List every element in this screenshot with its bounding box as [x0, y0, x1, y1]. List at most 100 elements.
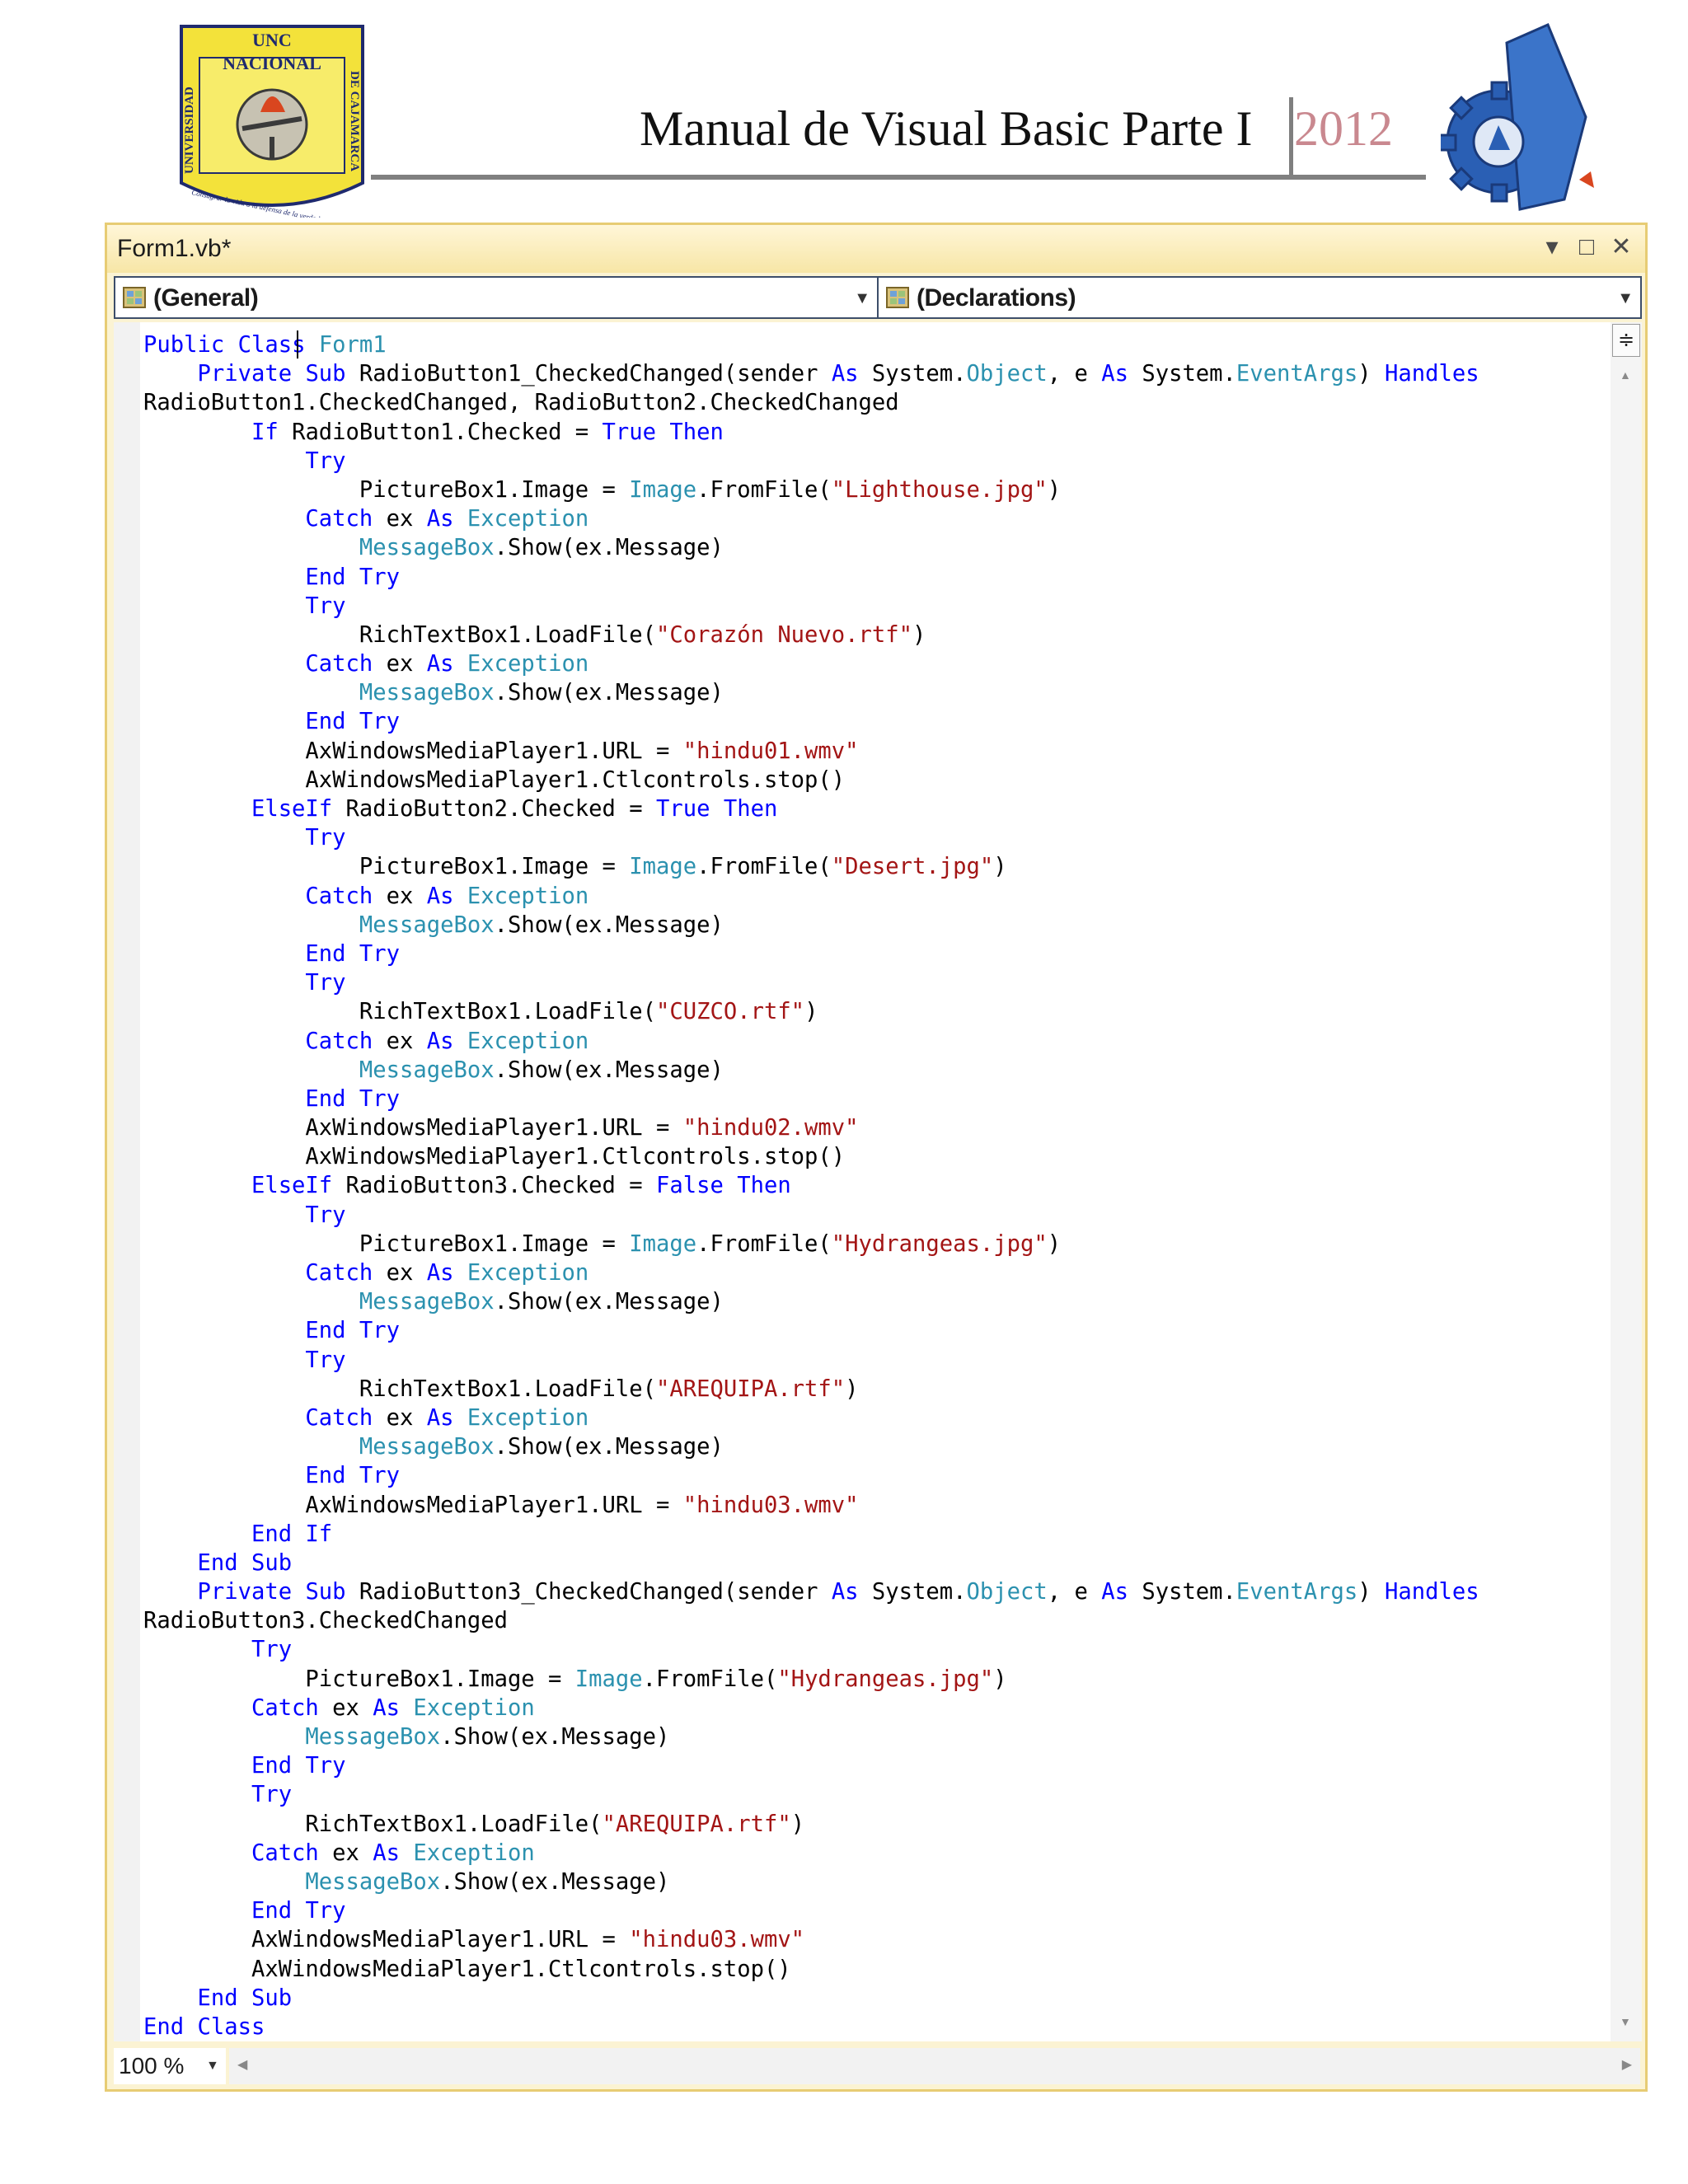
code-line[interactable]: RichTextBox1.LoadFile("CUZCO.rtf"): [143, 997, 1611, 1026]
code-line[interactable]: End Try: [143, 1461, 1611, 1490]
code-line[interactable]: Try: [143, 447, 1611, 476]
code-line[interactable]: End Try: [143, 707, 1611, 736]
code-line[interactable]: End Try: [143, 563, 1611, 592]
class-name-dropdown[interactable]: (General) ▼: [115, 278, 879, 317]
code-line[interactable]: Catch ex As Exception: [143, 1404, 1611, 1432]
code-line[interactable]: AxWindowsMediaPlayer1.Ctlcontrols.stop(): [143, 1955, 1611, 1984]
university-logo: UNC NACIONAL UNIVERSIDAD DE CAJAMARCA Co…: [180, 25, 364, 218]
code-token: ex: [373, 1260, 427, 1286]
code-line[interactable]: MessageBox.Show(ex.Message): [143, 678, 1611, 707]
code-token: End: [251, 1753, 293, 1779]
scroll-left-icon[interactable]: ◀: [237, 2056, 247, 2073]
code-line[interactable]: PictureBox1.Image = Image.FromFile("Dese…: [143, 852, 1611, 881]
code-token: PictureBox1.Image =: [143, 1230, 630, 1257]
code-token: True: [656, 796, 710, 822]
code-line[interactable]: Catch ex As Exception: [143, 1694, 1611, 1722]
code-line[interactable]: RadioButton1.CheckedChanged, RadioButton…: [143, 388, 1611, 417]
code-line[interactable]: Private Sub RadioButton3_CheckedChanged(…: [143, 1577, 1611, 1606]
code-token: Sub: [251, 1549, 293, 1576]
scroll-down-icon[interactable]: ▼: [1620, 2015, 1631, 2028]
code-line[interactable]: RichTextBox1.LoadFile("Corazón Nuevo.rtf…: [143, 621, 1611, 649]
code-line[interactable]: ElseIf RadioButton3.Checked = False Then: [143, 1171, 1611, 1200]
code-text-area[interactable]: Public Class Form1 Private Sub RadioButt…: [143, 330, 1611, 2036]
code-line[interactable]: PictureBox1.Image = Image.FromFile("Ligh…: [143, 476, 1611, 504]
code-line[interactable]: Catch ex As Exception: [143, 1027, 1611, 1056]
code-line[interactable]: If RadioButton1.Checked = True Then: [143, 418, 1611, 447]
code-line[interactable]: End Try: [143, 1316, 1611, 1345]
code-line[interactable]: End Try: [143, 1085, 1611, 1113]
window-buttons: ▾ □ ✕: [1540, 233, 1634, 261]
code-line[interactable]: Catch ex As Exception: [143, 649, 1611, 678]
code-line[interactable]: End Try: [143, 940, 1611, 968]
code-line[interactable]: AxWindowsMediaPlayer1.Ctlcontrols.stop(): [143, 1142, 1611, 1171]
code-line[interactable]: MessageBox.Show(ex.Message): [143, 911, 1611, 940]
horizontal-scrollbar[interactable]: ◀ ▶: [229, 2048, 1640, 2084]
code-line[interactable]: MessageBox.Show(ex.Message): [143, 533, 1611, 562]
code-line[interactable]: End Try: [143, 1896, 1611, 1925]
code-line[interactable]: MessageBox.Show(ex.Message): [143, 1722, 1611, 1751]
method-name-dropdown[interactable]: (Declarations) ▼: [879, 278, 1640, 317]
code-line[interactable]: ElseIf RadioButton2.Checked = True Then: [143, 794, 1611, 823]
code-line[interactable]: End Class: [143, 2013, 1611, 2036]
code-line[interactable]: End Sub: [143, 1549, 1611, 1577]
code-line[interactable]: Private Sub RadioButton1_CheckedChanged(…: [143, 359, 1611, 388]
code-token: System.: [1128, 1579, 1236, 1605]
code-token: .FromFile(: [642, 1666, 778, 1692]
zoom-dropdown[interactable]: 100 % ▼: [114, 2048, 226, 2084]
code-line[interactable]: Public Class Form1: [143, 330, 1611, 359]
split-view-icon[interactable]: ≑: [1612, 324, 1640, 357]
vertical-scrollbar[interactable]: ≑ ▲ ▼: [1611, 322, 1642, 2041]
code-token: AxWindowsMediaPlayer1.URL =: [143, 1927, 630, 1953]
code-line[interactable]: Try: [143, 823, 1611, 852]
code-line[interactable]: AxWindowsMediaPlayer1.Ctlcontrols.stop(): [143, 766, 1611, 794]
code-line[interactable]: Try: [143, 968, 1611, 997]
code-line[interactable]: PictureBox1.Image = Image.FromFile("Hydr…: [143, 1230, 1611, 1258]
code-token: Try: [305, 593, 346, 619]
code-line[interactable]: AxWindowsMediaPlayer1.URL = "hindu03.wmv…: [143, 1491, 1611, 1520]
code-line[interactable]: AxWindowsMediaPlayer1.URL = "hindu02.wmv…: [143, 1113, 1611, 1142]
code-line[interactable]: MessageBox.Show(ex.Message): [143, 1868, 1611, 1896]
code-line[interactable]: Catch ex As Exception: [143, 882, 1611, 911]
code-line[interactable]: End Try: [143, 1751, 1611, 1780]
code-line[interactable]: MessageBox.Show(ex.Message): [143, 1287, 1611, 1316]
code-line[interactable]: Try: [143, 592, 1611, 621]
code-line[interactable]: RichTextBox1.LoadFile("AREQUIPA.rtf"): [143, 1375, 1611, 1404]
scroll-up-icon[interactable]: ▲: [1620, 368, 1631, 382]
code-line[interactable]: Catch ex As Exception: [143, 504, 1611, 533]
code-token: Sub: [251, 1985, 293, 2011]
text-caret: [297, 330, 298, 359]
code-token: MessageBox: [359, 1434, 495, 1460]
close-icon[interactable]: ✕: [1609, 233, 1634, 261]
code-line[interactable]: Catch ex As Exception: [143, 1258, 1611, 1287]
code-line[interactable]: AxWindowsMediaPlayer1.URL = "hindu01.wmv…: [143, 737, 1611, 766]
code-token: Try: [305, 1898, 346, 1924]
code-token: Exception: [467, 1260, 589, 1286]
dropdown-menu-icon[interactable]: ▾: [1540, 233, 1564, 261]
code-line[interactable]: End Sub: [143, 1984, 1611, 2013]
code-line[interactable]: MessageBox.Show(ex.Message): [143, 1432, 1611, 1461]
code-line[interactable]: Catch ex As Exception: [143, 1839, 1611, 1868]
code-token: .FromFile(: [696, 476, 832, 503]
code-line[interactable]: End If: [143, 1520, 1611, 1549]
tab-form1-vb[interactable]: Form1.vb*: [117, 235, 231, 263]
code-line[interactable]: PictureBox1.Image = Image.FromFile("Hydr…: [143, 1665, 1611, 1694]
code-editor[interactable]: Public Class Form1 Private Sub RadioButt…: [114, 322, 1642, 2041]
restore-icon[interactable]: □: [1574, 233, 1599, 261]
code-line[interactable]: RichTextBox1.LoadFile("AREQUIPA.rtf"): [143, 1810, 1611, 1839]
scroll-right-icon[interactable]: ▶: [1622, 2056, 1632, 2073]
code-line[interactable]: Try: [143, 1635, 1611, 1664]
code-line[interactable]: Try: [143, 1201, 1611, 1230]
code-line[interactable]: Try: [143, 1346, 1611, 1375]
code-line[interactable]: Try: [143, 1780, 1611, 1809]
code-line[interactable]: MessageBox.Show(ex.Message): [143, 1056, 1611, 1085]
code-line[interactable]: AxWindowsMediaPlayer1.URL = "hindu03.wmv…: [143, 1925, 1611, 1954]
code-line[interactable]: RadioButton3.CheckedChanged: [143, 1606, 1611, 1635]
